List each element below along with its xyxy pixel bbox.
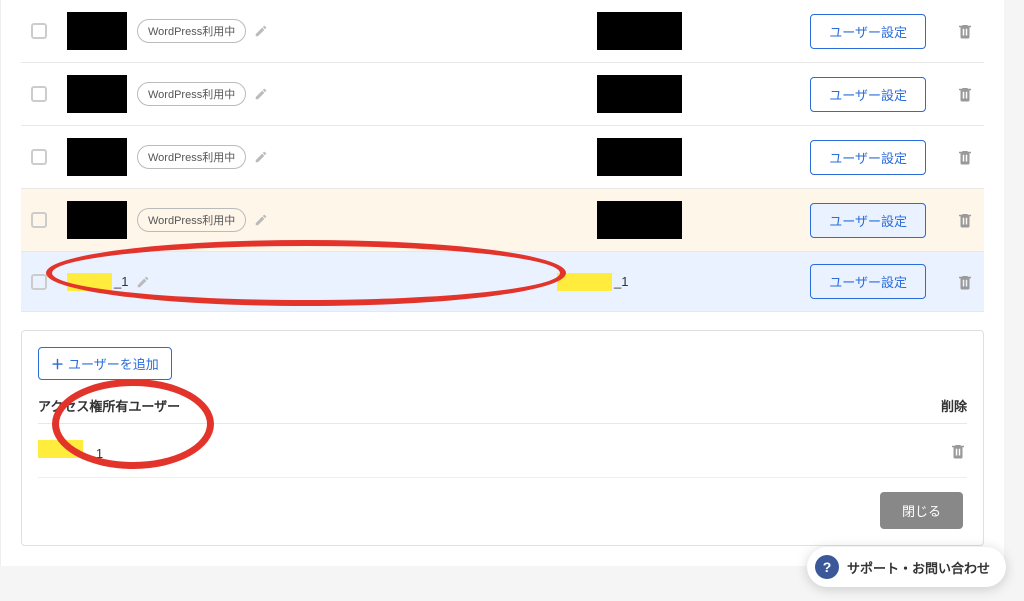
edit-icon[interactable] [254,150,268,164]
username-suffix: _1 [114,274,128,289]
redacted-cell [67,12,127,50]
edit-icon[interactable] [254,213,268,227]
row-mid-col: _1 [417,273,800,291]
access-user-row: _1 [38,424,967,478]
access-user-name: _1 [38,440,103,461]
username-suffix: _1 [614,274,628,289]
row-first-col: WordPress利用中 [67,12,407,50]
username-suffix: _1 [89,446,103,461]
wordpress-badge: WordPress利用中 [137,19,246,43]
edit-icon[interactable] [136,275,150,289]
user-settings-button[interactable]: ユーザー設定 [810,14,926,49]
add-user-button[interactable]: ＋ ユーザーを追加 [38,347,172,380]
row-checkbox[interactable] [31,274,47,290]
support-widget[interactable]: ? サポート・お問い合わせ [807,547,1006,587]
support-label: サポート・お問い合わせ [847,558,990,577]
table-row: WordPress利用中 ユーザー設定 [21,189,984,252]
redacted-cell [597,201,682,239]
redacted-cell [597,138,682,176]
delete-icon[interactable] [956,85,974,103]
row-checkbox[interactable] [31,149,47,165]
delete-icon[interactable] [956,22,974,40]
edit-icon[interactable] [254,87,268,101]
panel-header: アクセス権所有ユーザー 削除 [38,396,967,424]
wordpress-badge: WordPress利用中 [137,208,246,232]
table-row: WordPress利用中 ユーザー設定 [21,63,984,126]
row-mid-col [417,138,800,176]
redacted-cell [67,201,127,239]
redacted-cell [67,75,127,113]
row-checkbox[interactable] [31,86,47,102]
user-settings-button[interactable]: ユーザー設定 [810,140,926,175]
row-first-col: WordPress利用中 [67,75,407,113]
redacted-cell [597,12,682,50]
edit-icon[interactable] [254,24,268,38]
close-button[interactable]: 閉じる [880,492,963,529]
access-users-header: アクセス権所有ユーザー [38,396,180,415]
table-row-selected: _1 _1 ユーザー設定 [21,252,984,312]
help-icon: ? [815,555,839,579]
delete-icon[interactable] [949,442,967,460]
row-first-col: _1 [67,273,407,291]
user-settings-button[interactable]: ユーザー設定 [810,203,926,238]
wordpress-badge: WordPress利用中 [137,82,246,106]
user-settings-button[interactable]: ユーザー設定 [810,264,926,299]
wordpress-badge: WordPress利用中 [137,145,246,169]
row-checkbox[interactable] [31,23,47,39]
redacted-cell [67,138,127,176]
highlighted-text [557,273,612,291]
row-mid-col [417,12,800,50]
delete-icon[interactable] [956,148,974,166]
plus-icon: ＋ [51,354,64,373]
delete-icon[interactable] [956,273,974,291]
delete-icon[interactable] [956,211,974,229]
user-settings-button[interactable]: ユーザー設定 [810,77,926,112]
row-mid-col [417,75,800,113]
table-row: WordPress利用中 ユーザー設定 [21,126,984,189]
row-mid-col [417,201,800,239]
add-user-label: ユーザーを追加 [68,354,159,373]
highlighted-text [38,440,83,458]
redacted-cell [597,75,682,113]
user-detail-panel: ＋ ユーザーを追加 アクセス権所有ユーザー 削除 _1 閉じる [21,330,984,546]
row-first-col: WordPress利用中 [67,201,407,239]
table-row: WordPress利用中 ユーザー設定 [21,0,984,63]
highlighted-text [67,273,112,291]
delete-header: 削除 [941,396,967,415]
row-first-col: WordPress利用中 [67,138,407,176]
row-checkbox[interactable] [31,212,47,228]
